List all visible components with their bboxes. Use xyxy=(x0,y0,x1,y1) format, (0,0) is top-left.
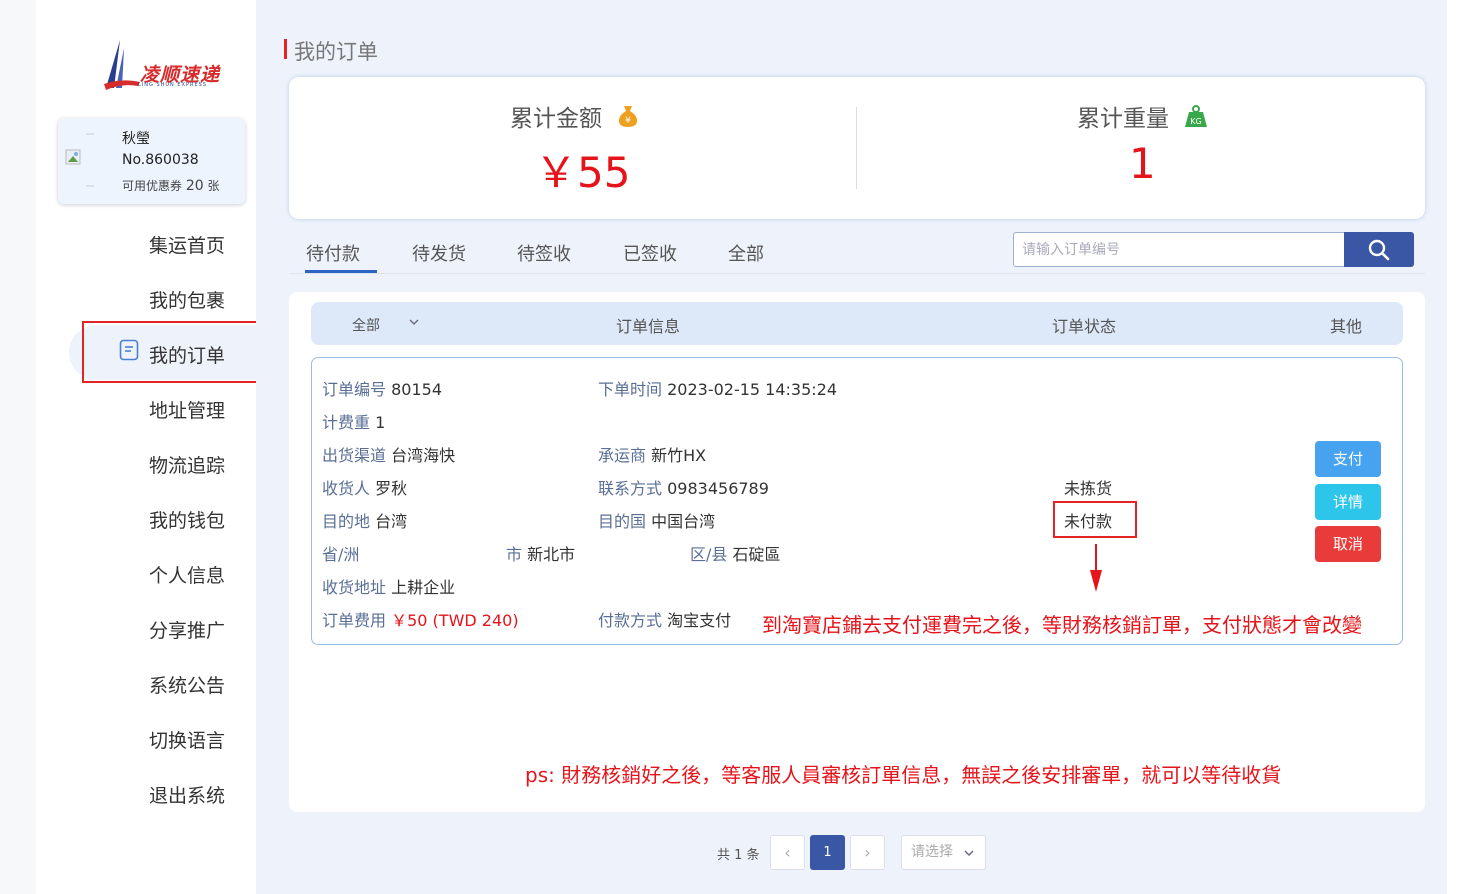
pay-button[interactable]: 支付 xyxy=(1315,441,1381,477)
cancel-button[interactable]: 取消 xyxy=(1315,526,1381,562)
annotation-highlight-box xyxy=(1053,501,1137,538)
title-accent-bar xyxy=(284,39,287,59)
sidebar-item-label: 物流追踪 xyxy=(149,455,226,477)
user-number: No.860038 xyxy=(122,152,199,168)
billing-weight: 计费重 1 xyxy=(322,413,386,432)
order-search-input[interactable] xyxy=(1013,232,1344,267)
total-weight-label: 累计重量 xyxy=(1077,106,1169,132)
next-page-button[interactable]: › xyxy=(850,835,885,870)
sidebar-item-profile[interactable]: 个人信息 xyxy=(36,545,256,600)
brand-logo[interactable]: 凌顺速递 LING SHUN EXPRESS xyxy=(102,36,222,96)
total-weight-value: 1 xyxy=(1129,139,1156,188)
shipping-address: 收货地址 上耕企业 xyxy=(322,578,456,597)
district: 区/县 石碇區 xyxy=(690,545,781,564)
orders-panel: 全部 订单信息 订单状态 其他 订单编号 80154 下单时间 2023-02-… xyxy=(289,292,1425,812)
prev-page-button[interactable]: ‹ xyxy=(770,835,805,870)
sidebar-item-label: 切换语言 xyxy=(149,730,226,752)
logo-mark-icon xyxy=(104,40,140,90)
total-amount-label: 累计金额 xyxy=(510,106,602,132)
stats-divider xyxy=(856,107,857,189)
province: 省/洲 xyxy=(322,545,360,564)
sidebar-item-tracking[interactable]: 物流追踪 xyxy=(36,435,256,490)
annotation-note-payment: 到淘寶店鋪去支付運費完之後，等財務核銷訂單，支付狀態才會改變 xyxy=(762,613,1362,637)
filter-select[interactable]: 全部 xyxy=(352,315,380,335)
sidebar-item-label: 系统公告 xyxy=(149,675,226,697)
column-order-info: 订单信息 xyxy=(616,317,681,336)
sidebar: 凌顺速递 LING SHUN EXPRESS 秋瑩 No.860038 可用优惠… xyxy=(36,0,289,894)
sidebar-item-home[interactable]: 集运首页 xyxy=(36,215,256,270)
money-bag-icon: ¥ xyxy=(618,106,638,127)
destination: 目的地 台湾 xyxy=(322,512,408,531)
tab-awaiting-shipment[interactable]: 待发货 xyxy=(412,240,466,266)
sidebar-item-label: 集运首页 xyxy=(149,235,226,257)
outer-right-margin xyxy=(1447,0,1463,894)
pagination: 共 1 条 ‹ 1 › 请选择 xyxy=(256,835,1447,871)
svg-text:KG: KG xyxy=(1190,117,1201,126)
outer-left-margin xyxy=(0,0,36,894)
tab-awaiting-receipt[interactable]: 待签收 xyxy=(517,240,571,266)
page-size-placeholder: 请选择 xyxy=(911,844,953,860)
annotation-note-review: ps: 財務核銷好之後，等客服人員審核訂單信息，無誤之後安排審單，就可以等待收貨 xyxy=(525,763,1282,787)
status-picking: 未拣货 xyxy=(1064,479,1113,498)
total-amount-value: ￥55 xyxy=(535,148,631,197)
receiver: 收货人 罗秋 xyxy=(322,479,408,498)
current-page[interactable]: 1 xyxy=(810,835,845,870)
sidebar-item-label: 个人信息 xyxy=(149,565,226,587)
sidebar-item-logout[interactable]: 退出系统 xyxy=(36,765,256,820)
svg-text:¥: ¥ xyxy=(625,116,631,126)
coupon-info: 可用优惠券 20 张 xyxy=(122,178,220,194)
coupon-count: 20 xyxy=(185,178,204,194)
tab-unpaid[interactable]: 待付款 xyxy=(306,240,360,266)
sidebar-item-label: 退出系统 xyxy=(149,785,226,807)
page-title: 我的订单 xyxy=(294,40,378,64)
column-other: 其他 xyxy=(1330,317,1363,336)
tab-all[interactable]: 全部 xyxy=(728,240,764,266)
active-tab-underline xyxy=(305,270,377,273)
weight-icon: KG xyxy=(1185,105,1207,127)
order-card: 订单编号 80154 下单时间 2023-02-15 14:35:24 计费重 … xyxy=(311,357,1403,645)
avatar xyxy=(65,133,94,187)
details-button[interactable]: 详情 xyxy=(1315,484,1381,520)
carrier: 承运商 新竹HX xyxy=(598,446,707,465)
sidebar-item-language[interactable]: 切换语言 xyxy=(36,710,256,765)
table-header: 全部 订单信息 订单状态 其他 xyxy=(311,302,1403,345)
sidebar-item-label: 我的钱包 xyxy=(149,510,226,532)
sidebar-item-addresses[interactable]: 地址管理 xyxy=(36,380,256,435)
payment-method: 付款方式 淘宝支付 xyxy=(598,611,732,630)
main-content: 我的订单 累计金额 ¥ ￥55 累计重量 KG 1 待付款 待发货 待签收 已签… xyxy=(256,0,1447,894)
column-order-status: 订单状态 xyxy=(1052,317,1117,336)
city: 市 新北市 xyxy=(506,545,576,564)
tab-received[interactable]: 已签收 xyxy=(623,240,677,266)
pagination-total: 共 1 条 xyxy=(717,848,760,863)
annotation-highlight-box xyxy=(82,321,275,383)
stats-card: 累计金额 ¥ ￥55 累计重量 KG 1 xyxy=(289,77,1425,219)
search-icon xyxy=(1368,239,1390,261)
arrow-down-icon xyxy=(1090,544,1102,592)
sidebar-item-label: 分享推广 xyxy=(149,620,226,642)
order-time: 下单时间 2023-02-15 14:35:24 xyxy=(598,380,838,399)
brand-subtitle: LING SHUN EXPRESS xyxy=(138,82,207,88)
destination-country: 目的国 中国台湾 xyxy=(598,512,716,531)
sidebar-item-label: 我的包裹 xyxy=(149,290,226,312)
user-name: 秋瑩 xyxy=(122,131,150,147)
contact-phone: 联系方式 0983456789 xyxy=(598,479,769,498)
shipping-channel: 出货渠道 台湾海快 xyxy=(322,446,456,465)
sidebar-item-announcements[interactable]: 系统公告 xyxy=(36,655,256,710)
chevron-down-icon[interactable] xyxy=(409,318,419,326)
order-number: 订单编号 80154 xyxy=(322,380,443,399)
sidebar-item-label: 地址管理 xyxy=(149,400,226,422)
order-fee: 订单费用 ￥50 (TWD 240) xyxy=(322,611,519,630)
chevron-down-icon xyxy=(964,850,974,856)
sidebar-item-packages[interactable]: 我的包裹 xyxy=(36,270,256,325)
search-button[interactable] xyxy=(1344,232,1414,267)
sidebar-item-wallet[interactable]: 我的钱包 xyxy=(36,490,256,545)
sidebar-item-referral[interactable]: 分享推广 xyxy=(36,600,256,655)
page-size-select[interactable]: 请选择 xyxy=(901,835,986,870)
user-card[interactable]: 秋瑩 No.860038 可用优惠券 20 张 xyxy=(58,118,245,204)
